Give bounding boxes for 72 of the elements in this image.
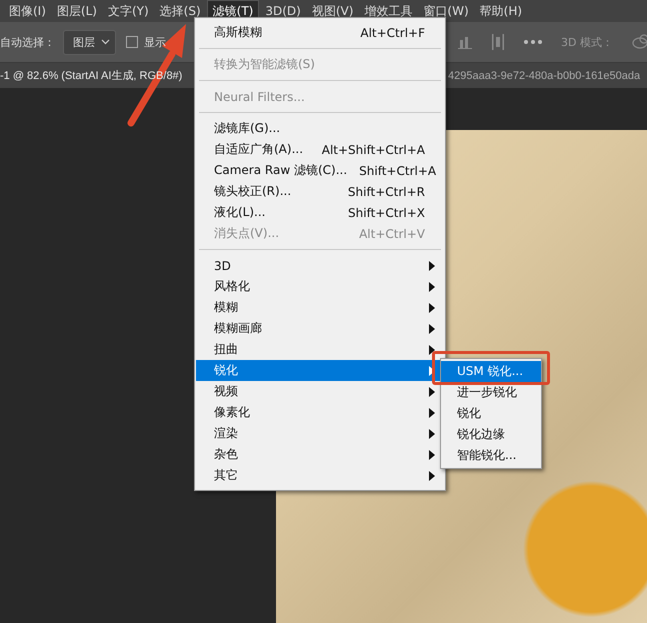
submenu-arrow-icon	[429, 450, 435, 460]
menu-item-label: 高斯模糊	[214, 24, 263, 41]
menu-item[interactable]: 进一步锐化	[441, 382, 541, 403]
submenu-arrow-icon	[429, 366, 435, 376]
menu-item-label: 滤镜库(G)...	[214, 120, 282, 137]
align-icon[interactable]	[491, 33, 506, 51]
menu-bar-item[interactable]: 窗口(W)	[418, 0, 474, 22]
shortcut-label: Alt+Shift+Ctrl+A	[322, 142, 425, 156]
submenu-arrow-icon	[429, 344, 435, 354]
menu-item-label: 3D	[214, 258, 232, 272]
menu-item[interactable]: Camera Raw 滤镜(C)... Shift+Ctrl+A	[195, 160, 445, 181]
menu-item-label: 渲染	[214, 425, 239, 442]
menu-item-label: 杂色	[214, 446, 239, 463]
menu-item[interactable]: 模糊	[195, 297, 445, 318]
menu-item[interactable]: 滤镜库(G)...	[195, 118, 445, 139]
menu-item[interactable]: 模糊画廊	[195, 318, 445, 339]
shortcut-label: Shift+Ctrl+R	[348, 184, 425, 198]
menu-item[interactable]: 镜头校正(R)... Shift+Ctrl+R	[195, 181, 445, 202]
menu-item[interactable]: 智能锐化...	[441, 445, 541, 466]
menu-item-label: 锐化	[214, 362, 239, 379]
menu-bar-item[interactable]: 选择(S)	[154, 0, 206, 22]
menu-item-label: 转换为智能滤镜(S)	[214, 56, 316, 73]
3d-orbit-icon[interactable]	[631, 33, 647, 51]
menu-bar-item[interactable]: 图像(I)	[4, 0, 51, 22]
shortcut-label: Shift+Ctrl+A	[359, 164, 436, 178]
submenu-arrow-icon	[429, 260, 435, 270]
menu-item[interactable]: 扭曲	[195, 339, 445, 360]
menu-item[interactable]: 自适应广角(A)... Alt+Shift+Ctrl+A	[195, 139, 445, 160]
submenu-arrow-icon	[429, 386, 435, 396]
menu-bar-item[interactable]: 3D(D)	[260, 2, 306, 20]
menu-item[interactable]: 3D	[195, 255, 445, 276]
show-transform-label: 显示	[144, 34, 166, 50]
menu-item[interactable]: 高斯模糊 Alt+Ctrl+F	[195, 22, 445, 43]
shortcut-label: Shift+Ctrl+X	[348, 206, 425, 220]
menu-item-label: 液化(L)...	[214, 204, 266, 221]
submenu-arrow-icon	[429, 428, 435, 438]
submenu-arrow-icon	[429, 470, 435, 480]
menu-item-label: 镜头校正(R)...	[214, 183, 292, 200]
shortcut-label: Alt+Ctrl+V	[359, 226, 425, 240]
document-tab[interactable]: 4295aaa3-9e72-480a-b0b0-161e50ada	[448, 63, 640, 88]
menu-item-label: 像素化	[214, 404, 251, 421]
menu-item[interactable]: 锐化	[441, 403, 541, 424]
menu-item-label: 自适应广角(A)...	[214, 141, 304, 158]
more-icon[interactable]	[523, 39, 544, 45]
distribute-icon[interactable]	[457, 34, 474, 50]
auto-select-label: 自动选择：	[0, 34, 55, 50]
submenu-arrow-icon	[429, 408, 435, 418]
caret-icon	[101, 39, 110, 45]
3d-mode-label: 3D 模式：	[561, 34, 613, 50]
menu-item[interactable]: 风格化	[195, 276, 445, 297]
menu-item[interactable]: USM 锐化...	[441, 361, 541, 382]
menu-bar-item[interactable]: 帮助(H)	[474, 0, 528, 22]
menu-item-label: 视频	[214, 383, 239, 400]
submenu-arrow-icon	[429, 282, 435, 292]
submenu-arrow-icon	[429, 324, 435, 334]
menu-item[interactable]: 锐化边缘	[441, 424, 541, 445]
menu-item[interactable]: 液化(L)... Shift+Ctrl+X	[195, 202, 445, 223]
menu-item-label: 消失点(V)...	[214, 225, 280, 242]
menu-item-label: 模糊	[214, 299, 239, 316]
menu-item-label: Neural Filters...	[214, 90, 306, 104]
menu-item-label: 模糊画廊	[214, 320, 263, 337]
menu-item[interactable]: 其它	[195, 465, 445, 486]
checkbox[interactable]	[126, 36, 138, 48]
menu-item-label: Camera Raw 滤镜(C)...	[214, 162, 348, 179]
submenu-arrow-icon	[429, 302, 435, 312]
menu-bar-item[interactable]: 文字(Y)	[102, 0, 154, 22]
menu-bar-item[interactable]: 图层(L)	[52, 0, 102, 22]
layer-dropdown[interactable]: 图层	[63, 30, 116, 54]
menu-item-label: 风格化	[214, 278, 251, 295]
shortcut-label: Alt+Ctrl+F	[360, 26, 425, 40]
menu-item-label: 扭曲	[214, 341, 239, 358]
menu-item-label: 其它	[214, 467, 239, 484]
